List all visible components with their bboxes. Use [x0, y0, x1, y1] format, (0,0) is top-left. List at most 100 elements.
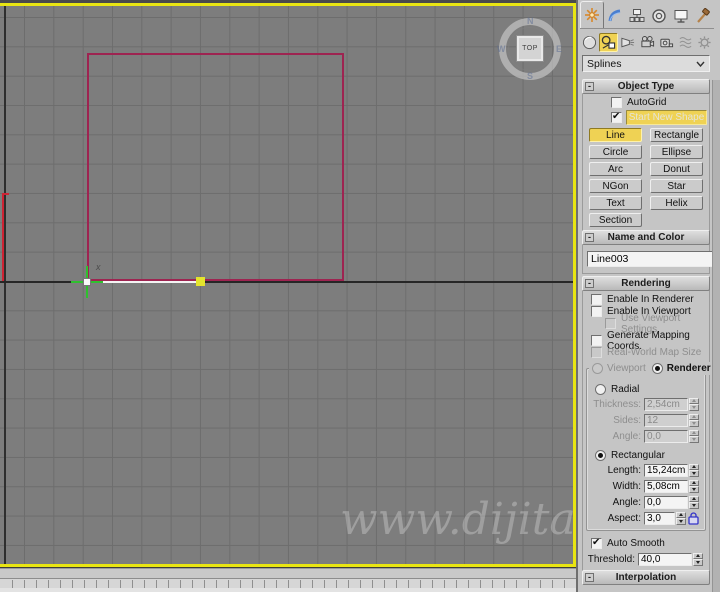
viewport-grid[interactable]: x TOP N S W E www.dijitalde — [0, 6, 573, 564]
axis-x-label: x — [96, 262, 101, 272]
rect-angle-spinner[interactable] — [689, 495, 699, 509]
viewcube-east[interactable]: E — [556, 44, 562, 54]
renderer-radio-label: Renderer — [666, 363, 711, 374]
threshold-spinner[interactable] — [693, 552, 703, 566]
aspect-lock-icon[interactable] — [688, 511, 699, 525]
aspect-label: Aspect: — [607, 512, 641, 524]
viewcube-south[interactable]: S — [527, 71, 533, 81]
category-helpers[interactable] — [657, 33, 675, 52]
line-in-progress — [87, 281, 201, 283]
line-button[interactable]: Line — [589, 128, 642, 142]
auto-smooth-label: Auto Smooth — [607, 538, 665, 549]
radial-angle-spinner — [689, 429, 699, 443]
length-spinner[interactable] — [689, 463, 699, 477]
panel-scrollbar[interactable] — [712, 80, 720, 592]
object-type-title: Object Type — [617, 81, 675, 92]
active-viewport-border-top — [0, 3, 576, 6]
use-viewport-settings-checkbox — [605, 318, 616, 329]
tab-utilities[interactable] — [692, 4, 714, 28]
width-spinner[interactable] — [689, 479, 699, 493]
tab-modify[interactable] — [604, 4, 626, 28]
renderer-parameters-group: Viewport Renderer Radial Thickness: Side… — [586, 362, 714, 531]
circle-button[interactable]: Circle — [589, 145, 642, 159]
line-vertex-white — [83, 278, 91, 286]
geometry-icon — [582, 35, 597, 50]
viewport-radio — [592, 363, 603, 374]
create-categories — [580, 31, 714, 53]
rendering-title: Rendering — [621, 278, 671, 289]
ellipse-button[interactable]: Ellipse — [650, 145, 703, 159]
name-color-rollout: - Name and Color — [582, 230, 720, 274]
tab-create[interactable] — [580, 1, 604, 28]
systems-icon — [697, 35, 712, 50]
space-warps-icon — [678, 35, 693, 50]
command-panel: Splines - Object Type AutoGrid Start New… — [576, 0, 720, 592]
rectangle-button[interactable]: Rectangle — [650, 128, 703, 142]
collapse-icon[interactable]: - — [585, 82, 594, 91]
viewcube-west[interactable]: W — [497, 44, 506, 54]
category-geometry[interactable] — [580, 33, 598, 52]
chevron-down-icon — [696, 61, 705, 67]
autogrid-checkbox[interactable] — [611, 97, 622, 108]
auto-smooth-checkbox[interactable] — [591, 537, 602, 549]
object-name-input[interactable] — [587, 250, 720, 267]
track-bar[interactable] — [0, 578, 578, 592]
collapse-icon[interactable]: - — [585, 233, 594, 242]
shapes-icon — [601, 35, 616, 50]
category-lights[interactable] — [619, 33, 637, 52]
tab-hierarchy[interactable] — [626, 4, 648, 28]
tab-display[interactable] — [670, 4, 692, 28]
viewport-top[interactable]: x TOP N S W E www.dijitalde — [0, 0, 578, 568]
radial-angle-label: Angle: — [612, 430, 641, 442]
start-new-shape-button[interactable]: Start New Shape — [626, 109, 707, 125]
enable-in-renderer-checkbox[interactable] — [591, 294, 602, 305]
radial-radio[interactable] — [595, 383, 606, 395]
helix-button[interactable]: Helix — [650, 196, 703, 210]
length-field[interactable] — [644, 463, 688, 477]
start-new-shape-checkbox[interactable] — [611, 111, 622, 123]
cameras-icon — [640, 35, 655, 50]
rect-angle-field[interactable] — [644, 495, 688, 509]
watermark: www.dijitalde — [340, 494, 573, 545]
radial-angle-field — [644, 429, 688, 443]
thickness-spinner — [689, 397, 699, 411]
collapse-icon[interactable]: - — [585, 573, 594, 582]
sides-label: Sides: — [613, 414, 641, 426]
threshold-field[interactable] — [638, 552, 692, 566]
aspect-field[interactable] — [644, 511, 675, 525]
star-button[interactable]: Star — [650, 179, 703, 193]
category-space-warps[interactable] — [676, 33, 694, 52]
text-button[interactable]: Text — [589, 196, 642, 210]
section-button[interactable]: Section — [589, 213, 642, 227]
display-icon — [673, 8, 689, 24]
real-world-map-size-label: Real-World Map Size — [607, 347, 702, 358]
sides-spinner — [689, 413, 699, 427]
category-systems[interactable] — [696, 33, 714, 52]
category-cameras[interactable] — [638, 33, 656, 52]
aspect-spinner[interactable] — [676, 511, 686, 525]
category-shapes[interactable] — [599, 32, 618, 52]
enable-in-viewport-checkbox[interactable] — [591, 306, 602, 317]
generate-mapping-coords-checkbox[interactable] — [591, 335, 602, 346]
rectangular-radio[interactable] — [595, 449, 606, 461]
thickness-field — [644, 397, 688, 411]
tab-motion[interactable] — [648, 4, 670, 28]
autogrid-label: AutoGrid — [627, 97, 667, 108]
shape-category-dropdown[interactable]: Splines — [582, 55, 710, 72]
active-viewport-border-bottom — [0, 564, 576, 567]
renderer-radio[interactable] — [651, 363, 663, 374]
viewcube[interactable]: TOP N S W E — [497, 16, 562, 81]
line-vertex-yellow — [196, 277, 205, 286]
name-color-header[interactable]: - Name and Color — [582, 230, 710, 245]
collapse-icon[interactable]: - — [585, 279, 594, 288]
arc-button[interactable]: Arc — [589, 162, 642, 176]
rendering-header[interactable]: - Rendering — [582, 276, 710, 291]
ngon-button[interactable]: NGon — [589, 179, 642, 193]
donut-button[interactable]: Donut — [650, 162, 703, 176]
viewcube-top-face[interactable]: TOP — [516, 35, 544, 62]
interpolation-header[interactable]: - Interpolation — [582, 570, 710, 585]
viewcube-north[interactable]: N — [527, 16, 534, 26]
object-type-header[interactable]: - Object Type — [582, 79, 710, 94]
utilities-icon — [695, 8, 711, 24]
width-field[interactable] — [644, 479, 688, 493]
